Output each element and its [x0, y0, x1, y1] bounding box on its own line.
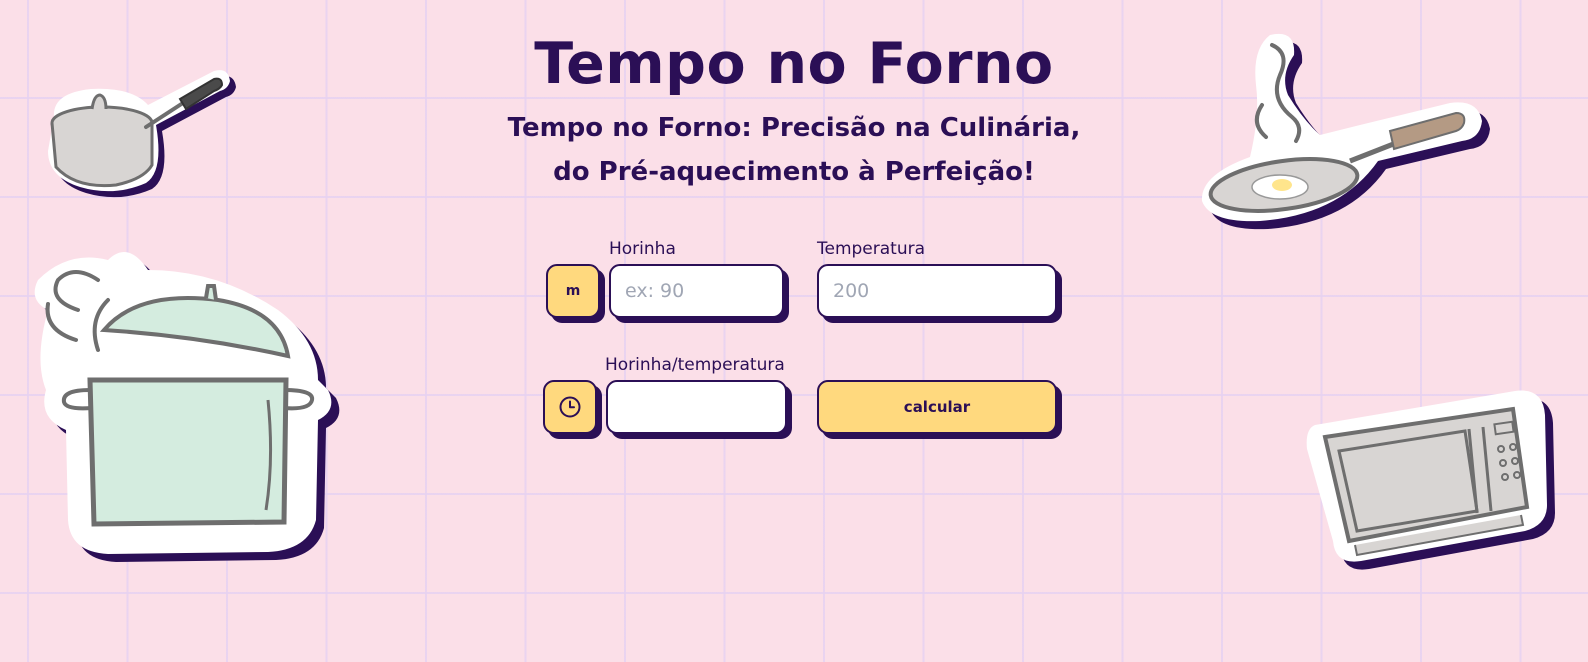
calculate-button[interactable]: calcular: [817, 380, 1057, 434]
time-input[interactable]: [609, 264, 784, 318]
result-output[interactable]: [606, 380, 787, 434]
clock-icon: [559, 396, 581, 418]
timer-button[interactable]: [543, 380, 597, 434]
unit-toggle-label: m: [565, 283, 581, 299]
microwave-icon: [1306, 390, 1555, 570]
temperature-label: Temperatura: [817, 239, 926, 259]
result-label: Horinha/temperatura: [605, 355, 785, 375]
saucepan-icon: [48, 70, 236, 198]
frying-pan-icon: [1201, 33, 1490, 230]
stock-pot-icon: [34, 252, 340, 562]
unit-toggle-button[interactable]: m: [546, 264, 600, 318]
time-label: Horinha: [609, 239, 676, 259]
temperature-input[interactable]: [817, 264, 1057, 318]
